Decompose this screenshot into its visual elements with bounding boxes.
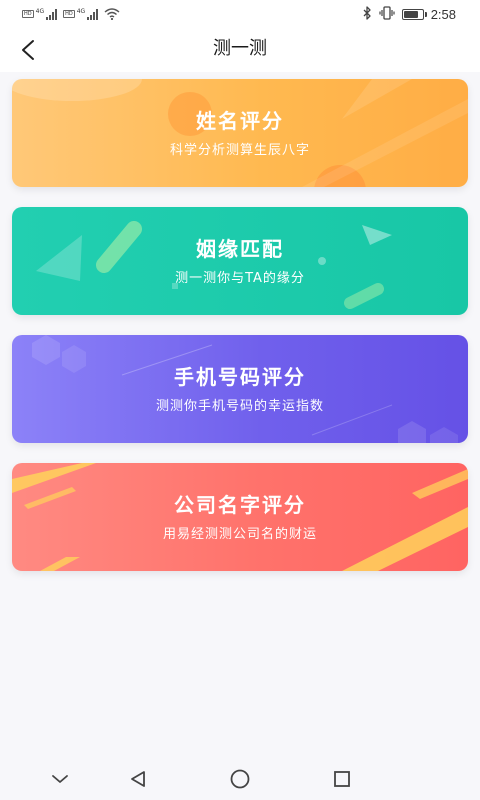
sim2-hd-badge: HD bbox=[63, 10, 75, 18]
card-subtitle: 用易经测测公司名的财运 bbox=[162, 527, 317, 542]
signal-icon bbox=[87, 8, 99, 20]
recents-square-icon bbox=[334, 771, 350, 787]
card-title: 手机号码评分 bbox=[174, 365, 306, 389]
recents-nav-button[interactable] bbox=[329, 766, 355, 792]
card-title: 姻缘匹配 bbox=[196, 237, 284, 261]
app-header: 测一测 bbox=[0, 28, 480, 72]
sim1-hd-badge: HD bbox=[22, 10, 34, 18]
status-left: HD 4G HD 4G bbox=[22, 5, 120, 23]
battery-icon bbox=[401, 8, 427, 20]
status-right: 2:58 bbox=[363, 4, 456, 24]
wifi-icon bbox=[104, 5, 120, 24]
card-subtitle: 测一测你与TA的缘分 bbox=[175, 271, 305, 286]
status-bar: HD 4G HD 4G 2:58 bbox=[0, 0, 480, 28]
system-nav-bar bbox=[0, 758, 480, 800]
card-subtitle: 测测你手机号码的幸运指数 bbox=[155, 399, 324, 414]
vibrate-icon bbox=[379, 5, 395, 24]
card-company-score[interactable]: 公司名字评分 用易经测测公司名的财运 bbox=[12, 463, 468, 571]
sim1-network-type: 4G bbox=[35, 7, 45, 15]
home-circle-icon bbox=[230, 769, 250, 789]
page-title: 测一测 bbox=[213, 38, 267, 59]
card-subtitle: 科学分析测算生辰八字 bbox=[169, 143, 310, 158]
battery-level bbox=[403, 10, 418, 18]
chevron-down-icon bbox=[52, 775, 68, 783]
card-phone-score[interactable]: 手机号码评分 测测你手机号码的幸运指数 bbox=[12, 335, 468, 443]
sim-2: HD 4G bbox=[63, 7, 99, 20]
back-triangle-icon bbox=[131, 771, 145, 787]
card-marriage-match[interactable]: 姻缘匹配 测一测你与TA的缘分 bbox=[12, 207, 468, 315]
signal-icon bbox=[46, 8, 58, 20]
card-title: 公司名字评分 bbox=[174, 493, 306, 517]
sim2-network-type: 4G bbox=[76, 7, 86, 15]
sim-1: HD 4G bbox=[22, 7, 58, 20]
hide-nav-button[interactable] bbox=[47, 766, 73, 792]
home-nav-button[interactable] bbox=[227, 766, 253, 792]
back-nav-button[interactable] bbox=[125, 766, 151, 792]
card-title: 姓名评分 bbox=[196, 109, 284, 133]
bluetooth-icon bbox=[363, 5, 372, 24]
status-time: 2:58 bbox=[430, 6, 456, 22]
card-name-score[interactable]: 姓名评分 科学分析测算生辰八字 bbox=[12, 79, 468, 187]
